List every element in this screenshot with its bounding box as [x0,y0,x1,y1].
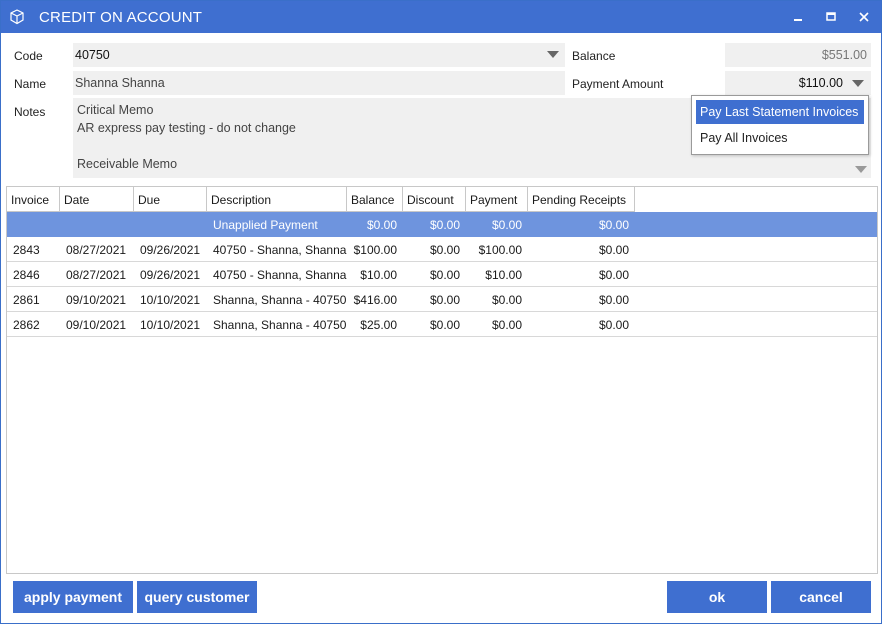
cell-payment: $10.00 [485,268,522,282]
payment-amount-value: $110.00 [798,76,843,90]
column-header-date[interactable]: Date [60,187,134,212]
cell-description: 40750 - Shanna, Shanna [213,243,347,257]
cancel-button[interactable]: cancel [771,581,871,613]
maximize-icon [826,12,836,21]
balance-field: $551.00 [725,43,871,67]
table-row[interactable]: 2846 08/27/2021 09/26/2021 40750 - Shann… [7,262,877,287]
notes-line: AR express pay testing - do not change [77,121,296,135]
cell-discount: $0.00 [429,268,460,282]
title-bar: CREDIT ON ACCOUNT [1,1,881,33]
cell-pending: $0.00 [598,293,629,307]
menu-item-pay-last-statement[interactable]: Pay Last Statement Invoices [696,100,864,124]
cell-discount: $0.00 [429,218,460,232]
cell-due: 10/10/2021 [140,318,201,332]
apply-payment-button[interactable]: apply payment [13,581,133,613]
cell-invoice: 2846 [13,268,40,282]
cell-description: 40750 - Shanna, Shanna [213,268,347,282]
payment-amount-dropdown[interactable]: $110.00 [725,71,871,95]
cell-date: 08/27/2021 [66,268,127,282]
cell-balance: $10.00 [360,268,397,282]
cell-payment: $100.00 [478,243,522,257]
cell-discount: $0.00 [429,293,460,307]
chevron-down-icon[interactable] [855,166,867,173]
name-value: Shanna Shanna [75,76,165,90]
cell-balance: $25.00 [360,318,397,332]
column-header-invoice[interactable]: Invoice [7,187,60,212]
balance-value: $551.00 [821,48,867,62]
cell-description: Shanna, Shanna - 40750 [213,293,347,307]
cell-date: 09/10/2021 [66,318,127,332]
cell-payment: $0.00 [491,318,522,332]
code-value: 40750 [75,48,110,62]
cell-invoice: 2843 [13,243,40,257]
cell-pending: $0.00 [598,318,629,332]
invoice-grid: Invoice Date Due Description Balance Dis… [6,186,878,574]
cell-discount: $0.00 [429,243,460,257]
cell-pending: $0.00 [598,218,629,232]
column-header-payment[interactable]: Payment [466,187,528,212]
cell-balance: $0.00 [366,218,397,232]
column-header-description[interactable]: Description [207,187,347,212]
table-row[interactable]: 2843 08/27/2021 09/26/2021 40750 - Shann… [7,237,877,262]
cell-payment: $0.00 [491,293,522,307]
column-header-pending-receipts[interactable]: Pending Receipts [528,187,635,212]
cell-invoice: 2861 [13,293,40,307]
notes-line: Critical Memo [77,103,154,117]
notes-line: Receivable Memo [77,157,178,171]
minimize-button[interactable] [788,7,808,27]
cube-icon [9,9,25,25]
menu-item-pay-all-invoices[interactable]: Pay All Invoices [696,126,864,150]
maximize-button[interactable] [821,7,841,27]
credit-on-account-window: CREDIT ON ACCOUNT Code 40750 Name Shanna… [0,0,882,624]
notes-label: Notes [14,105,46,119]
chevron-down-icon[interactable] [547,51,559,58]
chevron-down-icon[interactable] [852,80,864,87]
cell-date: 08/27/2021 [66,243,127,257]
cell-due: 09/26/2021 [140,243,201,257]
cell-due: 09/26/2021 [140,268,201,282]
cell-description: Shanna, Shanna - 40750 [213,318,347,332]
balance-label: Balance [572,49,616,63]
close-icon [859,12,869,22]
column-header-discount[interactable]: Discount [403,187,466,212]
table-row[interactable]: Unapplied Payment $0.00 $0.00 $0.00 $0.0… [7,212,877,237]
cell-balance: $100.00 [353,243,397,257]
table-row[interactable]: 2862 09/10/2021 10/10/2021 Shanna, Shann… [7,312,877,337]
cell-description: Unapplied Payment [213,218,318,232]
code-dropdown[interactable]: 40750 [73,43,565,67]
column-header-balance[interactable]: Balance [347,187,403,212]
cell-pending: $0.00 [598,243,629,257]
code-label: Code [14,49,43,63]
payment-option-menu: Pay Last Statement Invoices Pay All Invo… [691,95,869,155]
cell-due: 10/10/2021 [140,293,201,307]
cell-pending: $0.00 [598,268,629,282]
name-label: Name [14,77,47,91]
cell-balance: $416.00 [353,293,397,307]
payment-amount-label: Payment Amount [572,77,664,91]
cell-invoice: 2862 [13,318,40,332]
name-field[interactable]: Shanna Shanna [73,71,565,95]
cell-discount: $0.00 [429,318,460,332]
ok-button[interactable]: ok [667,581,767,613]
query-customer-button[interactable]: query customer [137,581,257,613]
close-button[interactable] [854,7,874,27]
minimize-icon [794,19,802,21]
table-row[interactable]: 2861 09/10/2021 10/10/2021 Shanna, Shann… [7,287,877,312]
column-header-due[interactable]: Due [134,187,207,212]
cell-payment: $0.00 [491,218,522,232]
window-title: CREDIT ON ACCOUNT [39,9,203,26]
cell-date: 09/10/2021 [66,293,127,307]
